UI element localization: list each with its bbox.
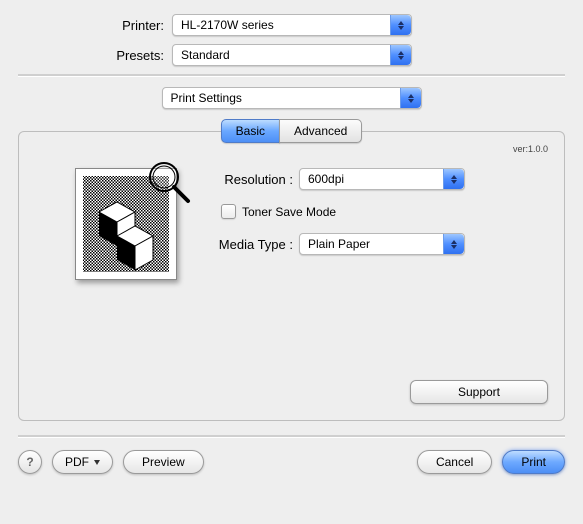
- version-label: ver:1.0.0: [513, 144, 548, 154]
- dropdown-arrows-icon: [390, 45, 411, 65]
- presets-select-value: Standard: [173, 48, 230, 62]
- print-preview-thumbnail: [75, 168, 177, 280]
- print-settings-select-value: Print Settings: [163, 91, 242, 105]
- dropdown-arrows-icon: [390, 15, 411, 35]
- print-dialog: Printer: HL-2170W series Presets: Standa…: [0, 0, 583, 490]
- preview-button[interactable]: Preview: [123, 450, 204, 474]
- dropdown-arrows-icon: [443, 169, 464, 189]
- divider: [18, 435, 565, 438]
- tab-bar: Basic Advanced: [18, 119, 565, 143]
- presets-label: Presets:: [18, 48, 172, 63]
- magnifier-icon: [146, 159, 194, 207]
- settings-row: Print Settings: [18, 87, 565, 109]
- cancel-button[interactable]: Cancel: [417, 450, 492, 474]
- pdf-button[interactable]: PDF: [52, 450, 113, 474]
- media-type-label: Media Type :: [203, 237, 299, 252]
- tab-advanced[interactable]: Advanced: [279, 119, 362, 143]
- tab-basic[interactable]: Basic: [221, 119, 280, 143]
- footer: ? PDF Preview Cancel Print: [18, 450, 565, 474]
- printer-select-value: HL-2170W series: [173, 18, 274, 32]
- media-type-value: Plain Paper: [300, 237, 370, 251]
- print-button[interactable]: Print: [502, 450, 565, 474]
- divider: [18, 74, 565, 77]
- support-row: Support: [35, 380, 548, 404]
- presets-row: Presets: Standard: [18, 44, 565, 66]
- printer-label: Printer:: [18, 18, 172, 33]
- toner-save-label: Toner Save Mode: [242, 205, 336, 219]
- support-button[interactable]: Support: [410, 380, 548, 404]
- toner-save-row: Toner Save Mode: [221, 204, 548, 219]
- presets-select[interactable]: Standard: [172, 44, 412, 66]
- dropdown-arrows-icon: [443, 234, 464, 254]
- printer-row: Printer: HL-2170W series: [18, 14, 565, 36]
- printer-select[interactable]: HL-2170W series: [172, 14, 412, 36]
- toner-save-checkbox[interactable]: [221, 204, 236, 219]
- media-type-row: Media Type : Plain Paper: [203, 233, 548, 255]
- dropdown-arrows-icon: [400, 88, 421, 108]
- fields: Resolution : 600dpi Toner Save Mode Medi…: [203, 168, 548, 280]
- help-button[interactable]: ?: [18, 450, 42, 474]
- resolution-value: 600dpi: [300, 172, 344, 186]
- resolution-row: Resolution : 600dpi: [203, 168, 548, 190]
- resolution-label: Resolution :: [203, 172, 299, 187]
- panel-content: Resolution : 600dpi Toner Save Mode Medi…: [35, 168, 548, 280]
- settings-panel: ver:1.0.0: [18, 131, 565, 421]
- resolution-select[interactable]: 600dpi: [299, 168, 465, 190]
- media-type-select[interactable]: Plain Paper: [299, 233, 465, 255]
- help-icon: ?: [26, 455, 33, 469]
- print-settings-select[interactable]: Print Settings: [162, 87, 422, 109]
- chevron-down-icon: [94, 460, 100, 465]
